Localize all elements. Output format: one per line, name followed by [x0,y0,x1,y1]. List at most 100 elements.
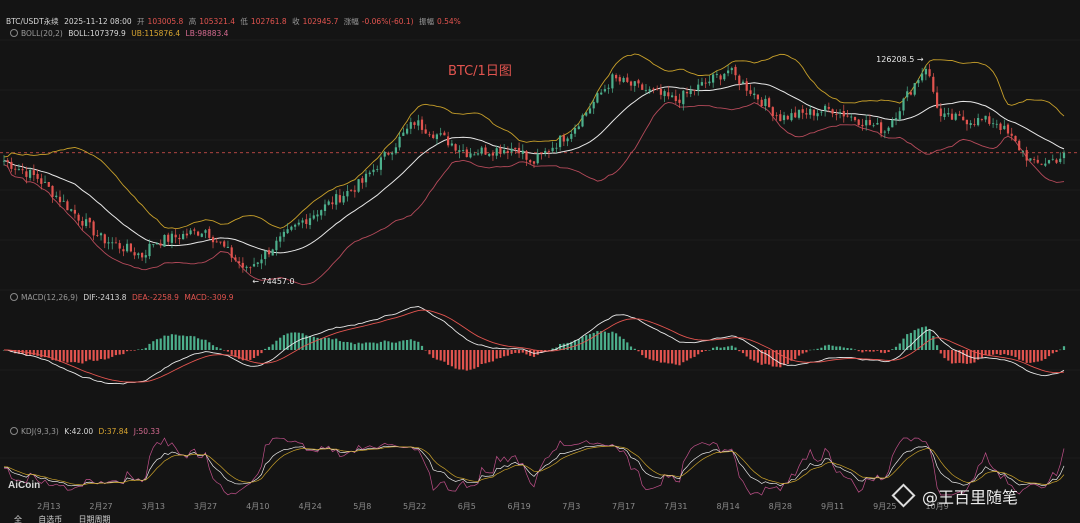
candle-body [753,93,756,96]
candle-body [476,153,480,155]
candle-body [99,233,103,236]
macd-histogram-bar [338,341,341,350]
candle-body [771,107,774,117]
candle-body [223,241,226,247]
macd-histogram-bar [320,338,323,350]
candle-body [525,151,528,160]
candle-body [361,178,364,183]
macd-histogram-bar [1040,350,1043,361]
candle-body [435,134,438,140]
macd-histogram-bar [812,349,815,351]
candle-body [921,73,924,81]
macd-histogram-bar [260,350,263,354]
candle-body [585,112,588,116]
candle-body [674,95,677,101]
macd-histogram-bar [734,347,737,350]
macd-histogram-bar [155,339,159,350]
macd-histogram-bar [876,350,879,351]
tab-all[interactable]: 全 [14,515,22,523]
macd-histogram-bar [592,332,595,350]
candle-body [234,257,237,261]
macd-histogram-bar [406,340,409,350]
macd-histogram-bar [491,350,494,362]
candle-body [88,217,91,223]
macd-histogram-bar [917,328,920,350]
candle-body [801,109,804,113]
macd-histogram-bar [447,350,450,365]
tab-period[interactable]: 日期周期 [78,515,110,523]
macd-histogram-bar [394,342,397,350]
x-tick-label: 6月19 [507,502,530,511]
candle-body [21,169,24,171]
kdj-d-value: D:37.84 [98,427,129,436]
macd-histogram-bar [1006,350,1010,356]
macd-histogram-bar [144,347,147,350]
macd-label[interactable]: MACD(12,26,9) [21,293,78,302]
boll-lb-value: LB:98883.4 [185,29,229,38]
watermark: @王百里随笔 [891,483,1018,508]
candle-body [114,242,117,244]
candle-body [36,173,39,179]
candle-body [924,68,927,75]
eye-icon[interactable] [10,293,18,301]
candle-body [570,134,573,139]
candle-body [633,81,636,86]
macd-histogram-bar [947,350,950,361]
candle-body [402,132,405,136]
macd-histogram-bar [689,350,692,359]
candle-body [77,214,80,221]
candle-body [659,89,662,95]
candle-body [148,243,151,257]
macd-histogram-bar [264,348,267,350]
macd-histogram-bar [58,350,62,362]
candle-body [596,93,599,103]
candle-body [775,115,778,117]
macd-histogram-bar [510,350,513,354]
x-tick-label: 9月25 [873,502,896,511]
symbol-label[interactable]: BTC/USDT永续 [6,17,59,26]
macd-histogram-bar [1018,350,1021,360]
candle-body [1018,140,1021,151]
candle-body [447,136,450,146]
candle-body [122,249,125,252]
macd-histogram-bar [267,346,271,350]
macd-histogram-bar [163,335,166,350]
candle-body [208,228,211,238]
eye-icon[interactable] [10,29,18,37]
x-tick-label: 8月14 [716,502,739,511]
macd-histogram-bar [644,350,647,358]
eye-icon[interactable] [10,427,18,435]
macd-histogram-bar [62,350,65,362]
candle-body [488,154,491,156]
boll-label[interactable]: BOLL(20,2) [21,29,63,38]
macd-histogram-bar [727,346,730,350]
macd-histogram-bar [1044,350,1047,359]
candle-body [652,88,655,90]
candle-body [107,242,110,244]
macd-histogram-bar [629,346,633,350]
macd-histogram-bar [745,350,748,357]
candle-body [458,150,461,152]
macd-histogram-bar [432,350,435,358]
candle-body [962,116,965,121]
macd-histogram-bar [685,350,689,361]
macd-histogram-bar [435,350,438,360]
macd-histogram-bar [898,343,901,350]
candle-body [1044,163,1047,166]
macd-histogram-bar [223,350,226,351]
candle-body [432,134,435,138]
macd-histogram-bar [693,350,696,357]
candle-body [346,191,349,197]
candle-body [529,160,532,163]
kdj-label[interactable]: KDJ(9,3,3) [21,427,59,436]
candle-body [1006,124,1010,134]
tab-favorites[interactable]: 自选币 [38,515,62,523]
candle-body [521,150,524,154]
macd-histogram-bar [208,342,211,350]
macd-histogram-bar [618,336,621,350]
candle-body [1047,160,1051,164]
x-tick-label: 3月27 [194,502,217,511]
macd-histogram-bar [66,350,69,363]
macd-histogram-bar [805,350,808,353]
candle-body [868,120,871,125]
